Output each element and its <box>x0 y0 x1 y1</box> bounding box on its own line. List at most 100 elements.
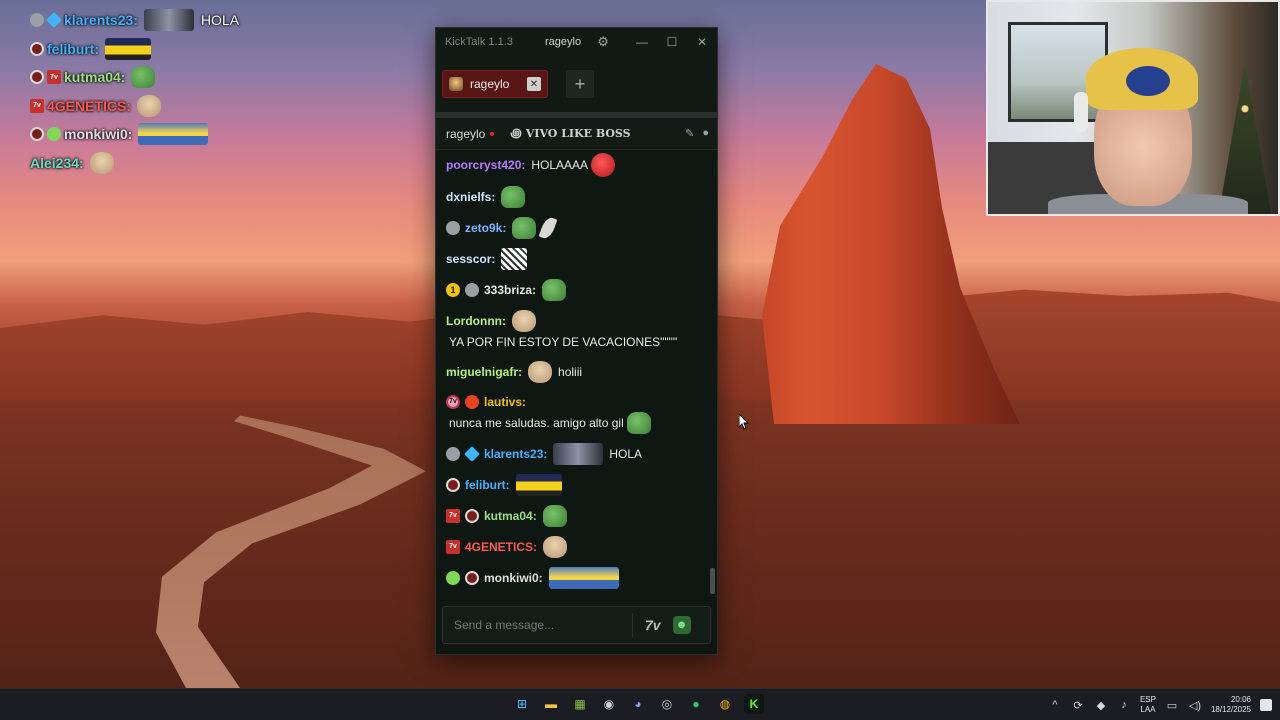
obs-icon[interactable]: ◎ <box>657 694 677 714</box>
kicktalk-icon[interactable]: K <box>744 694 764 714</box>
system-tray: ^ ⟳ ◆ ♪ ESP LAA ▭ ◁) 20:06 18/12/2025 <box>1048 689 1272 720</box>
chat-username[interactable]: 4GENETICS: <box>465 537 537 557</box>
message-input-box: 7v ☻ <box>442 606 711 644</box>
chat-username[interactable]: sesscor: <box>446 249 495 269</box>
chat-username[interactable]: poorcryst420: <box>446 155 525 175</box>
add-tab-button[interactable]: + <box>566 70 594 98</box>
chat-messages[interactable]: poorcryst420: HOLAAAA dxnielfs: zeto9k: sess… <box>436 150 717 598</box>
current-user[interactable]: rageylo <box>545 36 581 48</box>
kick-emote-icon[interactable]: ☻ <box>672 616 691 634</box>
chat-username[interactable]: feliburt: <box>465 475 510 495</box>
chat-message[interactable]: zeto9k: <box>446 215 703 241</box>
spotify-icon[interactable]: ● <box>686 694 706 714</box>
pepe-emote-icon <box>542 279 567 301</box>
wolf-emote-icon <box>553 443 604 465</box>
car-emote-icon <box>515 474 562 496</box>
chat-message[interactable]: 1 333briza: <box>446 279 703 301</box>
minion-emote-icon <box>548 567 619 589</box>
chat-message-text: HOLA <box>609 447 643 461</box>
chat-message[interactable]: 7v 4GENETICS: <box>446 536 703 558</box>
chat-username[interactable]: 333briza: <box>484 280 536 300</box>
security-icon[interactable]: ◆ <box>1094 699 1108 712</box>
clock-time: 20:06 <box>1230 695 1251 704</box>
chat-message[interactable]: 7v kutma04: <box>446 505 703 527</box>
chat-scrollbar[interactable] <box>710 568 715 594</box>
dark-badge-icon <box>30 41 44 56</box>
overlay-chat-message: 7v kutma04: <box>30 63 290 92</box>
chrome-icon[interactable]: ◍ <box>715 694 735 714</box>
live-indicator-icon <box>490 131 495 136</box>
chat-tabs: rageylo ✕ + <box>436 56 717 112</box>
volume-icon[interactable]: ◁) <box>1188 699 1202 712</box>
chat-message[interactable]: poorcryst420: HOLAAAA <box>446 153 703 177</box>
leaf-emote-icon <box>538 215 558 241</box>
chat-message[interactable]: dxnielfs: <box>446 186 703 208</box>
taskbar-apps: ⊞ ▬ ▦ ◉ ◕ ◎ ● ◍ K <box>512 694 764 714</box>
chat-username[interactable]: Lordonnn: <box>446 311 506 331</box>
chat-message[interactable]: klarents23: HOLA <box>446 443 703 465</box>
dark-badge-icon <box>30 127 44 142</box>
chat-message[interactable]: 7v lautivs: nunca me saludas. amigo alto g… <box>446 392 703 434</box>
kicktalk-window: KickTalk 1.1.3 rageylo ⚙ — ☐ ✕ rageylo ✕… <box>435 27 718 655</box>
game-app-icon[interactable]: ▦ <box>570 694 590 714</box>
overlay-chat-message: monkiwi0: <box>30 120 290 149</box>
minimize-button[interactable]: — <box>627 28 657 56</box>
gear-icon[interactable]: ⚙ <box>595 34 611 50</box>
clock[interactable]: 20:06 18/12/2025 <box>1211 695 1251 715</box>
cat-emote-icon <box>511 310 536 332</box>
channel-header: rageylo ꩜ VIVO LIKE BOSS... ✎ ● <box>436 118 717 150</box>
chat-message[interactable]: Lordonnn: YA POR FIN ESTOY DE VACACIONES"… <box>446 310 703 352</box>
steam-icon[interactable]: ◉ <box>599 694 619 714</box>
close-icon[interactable]: ✕ <box>527 77 541 91</box>
gray-badge-icon <box>446 447 460 461</box>
channel-name[interactable]: rageylo <box>446 127 485 141</box>
chat-username[interactable]: monkiwi0: <box>484 568 543 588</box>
microphone-icon[interactable]: ♪ <box>1117 699 1131 711</box>
fire-badge-icon <box>465 395 479 409</box>
car-emote-icon <box>105 37 152 60</box>
webcam-beanie-logo <box>1126 66 1170 96</box>
language-indicator[interactable]: ESP LAA <box>1140 695 1156 715</box>
sync-icon[interactable]: ⟳ <box>1071 699 1085 712</box>
close-button[interactable]: ✕ <box>687 28 717 56</box>
chat-username[interactable]: kutma04: <box>484 506 537 526</box>
chat-username[interactable]: miguelnigafr: <box>446 362 522 382</box>
chat-message-text: YA POR FIN ESTOY DE VACACIONES"""" <box>449 335 678 349</box>
windows-start-icon[interactable]: ⊞ <box>512 694 532 714</box>
message-input[interactable] <box>454 618 624 632</box>
chat-message[interactable]: sesscor: <box>446 248 703 270</box>
gold-badge-icon: 1 <box>446 283 460 297</box>
overlay-username: klarents23: <box>64 12 138 29</box>
gray-badge-icon <box>30 13 44 28</box>
chat-message[interactable]: miguelnigafr: holiii <box>446 361 703 383</box>
chat-username[interactable]: zeto9k: <box>465 218 506 238</box>
network-icon[interactable]: ▭ <box>1165 699 1179 712</box>
cat-emote-icon <box>137 94 162 117</box>
red-badge-icon: 7v <box>47 70 61 85</box>
seven-tv-emote-button[interactable]: 7v <box>645 617 661 633</box>
swirl-icon: ꩜ <box>510 126 522 140</box>
title-bar[interactable]: KickTalk 1.1.3 rageylo ⚙ — ☐ ✕ <box>436 28 717 56</box>
green-badge-icon <box>446 571 460 585</box>
chat-username[interactable]: dxnielfs: <box>446 187 495 207</box>
tab-rageylo[interactable]: rageylo ✕ <box>442 70 548 98</box>
taskbar: ⊞ ▬ ▦ ◉ ◕ ◎ ● ◍ K ^ ⟳ ◆ ♪ ESP LAA ▭ ◁) 20:06 18/… <box>0 688 1280 720</box>
user-icon[interactable]: ● <box>702 127 709 140</box>
chevron-up-icon[interactable]: ^ <box>1048 699 1062 711</box>
cat-emote-icon <box>89 151 114 174</box>
notification-icon[interactable] <box>1260 699 1272 711</box>
chat-username[interactable]: lautivs: <box>484 392 526 412</box>
avatar <box>449 77 463 91</box>
chat-message-text: nunca me saludas. amigo alto gil <box>449 416 624 430</box>
maximize-button[interactable]: ☐ <box>657 28 687 56</box>
chat-username[interactable]: klarents23: <box>484 444 547 464</box>
file-explorer-icon[interactable]: ▬ <box>541 694 561 714</box>
pepe-emote-icon <box>626 412 651 434</box>
chat-message[interactable]: monkiwi0: <box>446 567 703 589</box>
pin-icon[interactable]: ✎ <box>685 127 694 140</box>
chat-message[interactable]: feliburt: <box>446 474 703 496</box>
discord-icon[interactable]: ◕ <box>628 694 648 714</box>
dark-badge-icon <box>446 478 460 492</box>
clock-date: 18/12/2025 <box>1210 705 1251 714</box>
stream-chat-overlay: klarents23: HOLA feliburt: 7v kutma04: 7v 4GEN… <box>30 6 290 177</box>
